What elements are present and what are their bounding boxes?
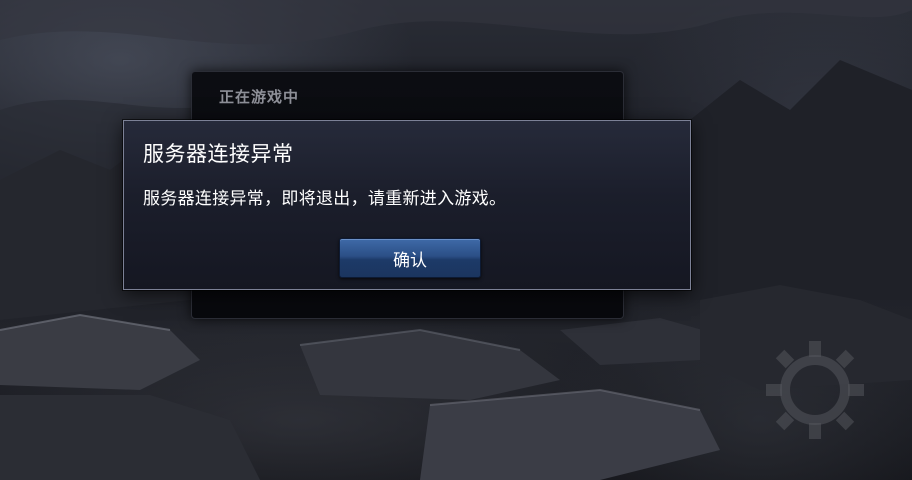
- game-screen: 正在游戏中 服务器连接异常 服务器连接异常，即将退出，请重新进入游戏。 确认: [0, 0, 912, 480]
- dialog-message: 服务器连接异常，即将退出，请重新进入游戏。: [143, 189, 507, 209]
- dialog-title: 服务器连接异常: [143, 142, 294, 166]
- in-game-panel-title: 正在游戏中: [219, 88, 300, 106]
- gear-icon: [766, 341, 864, 439]
- confirm-button[interactable]: 确认: [339, 238, 481, 278]
- server-error-dialog: 服务器连接异常 服务器连接异常，即将退出，请重新进入游戏。 确认: [123, 120, 691, 290]
